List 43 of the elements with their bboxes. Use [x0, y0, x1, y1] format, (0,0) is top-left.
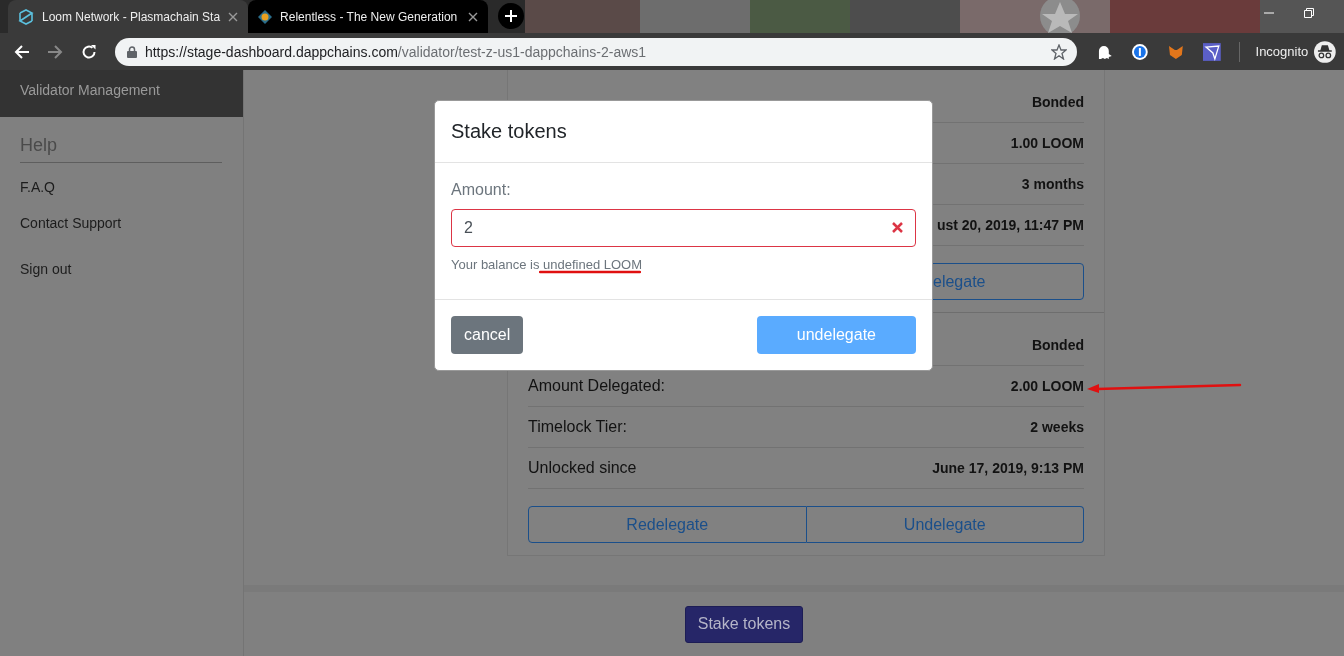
browser-tab[interactable]: Loom Network - Plasmachain Sta	[8, 0, 249, 33]
lock-icon	[126, 45, 137, 58]
stake-tokens-button[interactable]: Stake tokens	[684, 605, 804, 643]
row-label: Timelock Tier:	[528, 418, 627, 436]
row-value: June 17, 2019, 9:13 PM	[932, 460, 1084, 476]
row-value: 3 months	[1021, 176, 1084, 192]
row-label: Unlocked since	[528, 459, 637, 477]
dialog-title: Stake tokens	[451, 120, 567, 143]
new-tab-button[interactable]	[498, 3, 525, 29]
tab-title: Relentless - The New Generation	[280, 9, 459, 24]
close-icon[interactable]	[468, 11, 479, 22]
field-label: Amount:	[451, 181, 512, 199]
logo-icon	[18, 8, 34, 25]
sidebar-link[interactable]: Contact Support	[20, 215, 223, 231]
url-text: https://stage-dashboard.dappchains.com/validator/test-z-us1-dappchains-2-aws1	[144, 43, 648, 60]
balance-text: Your balance is undefined LOOM	[451, 257, 643, 272]
tab-title: Loom Network - Plasmachain Sta	[42, 9, 221, 24]
restore-icon[interactable]	[1304, 8, 1314, 18]
sidebar-link[interactable]: Sign out	[20, 261, 223, 277]
extension-icon[interactable]	[1202, 42, 1221, 61]
back-icon	[13, 43, 30, 60]
reload-icon	[81, 43, 98, 60]
row-value: ust 20, 2019, 11:47 PM	[936, 217, 1084, 233]
row-value: Bonded	[1031, 94, 1084, 110]
logo-icon	[258, 9, 273, 24]
address-bar[interactable]: https://stage-dashboard.dappchains.com/validator/test-z-us1-dappchains-2-aws1	[114, 37, 1078, 66]
row-value: 2.00 LOOM	[1010, 378, 1084, 394]
amount-field[interactable]: 2	[451, 209, 916, 247]
cancel-button[interactable]: cancel	[451, 316, 524, 354]
close-icon[interactable]	[228, 11, 239, 22]
error-icon	[892, 222, 903, 233]
incognito-icon[interactable]	[1314, 40, 1336, 63]
sidebar-link[interactable]: F.A.Q	[20, 179, 223, 195]
row-value: 1.00 LOOM	[1010, 135, 1084, 151]
row-value: 2 weeks	[1030, 419, 1084, 435]
sidebar-header: Validator Management	[0, 70, 243, 117]
profile-label[interactable]: Incognito	[1255, 44, 1309, 59]
browser-tab[interactable]: Relentless - The New Generation	[248, 0, 489, 33]
row-label: Amount Delegated:	[528, 377, 665, 395]
plus-icon	[504, 9, 519, 23]
star-icon[interactable]	[1051, 43, 1068, 60]
row-value: Bonded	[1031, 337, 1084, 353]
forward-icon	[47, 43, 64, 60]
